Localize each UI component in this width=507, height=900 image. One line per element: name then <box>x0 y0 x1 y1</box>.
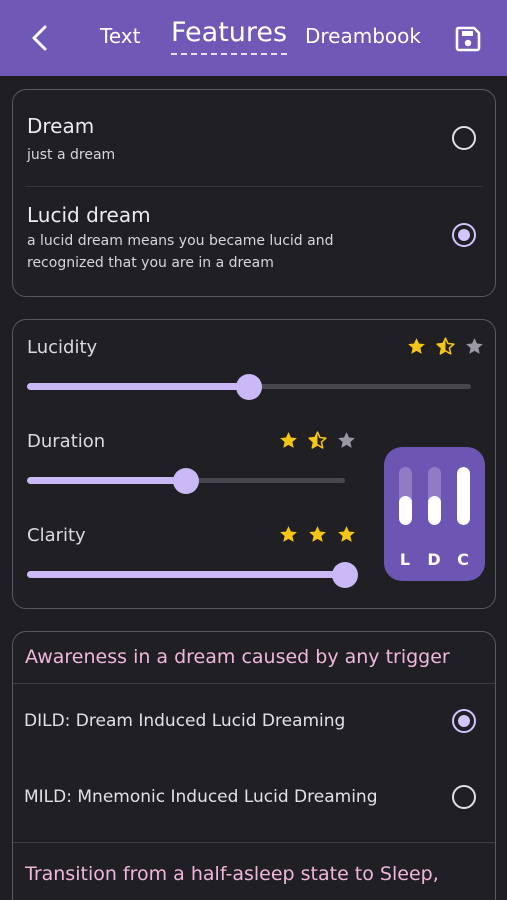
techniques-card: Awareness in a dream caused by any trigg… <box>12 631 496 900</box>
star-empty-icon <box>466 338 483 354</box>
top-app-bar: Text Features Dreambook <box>0 0 507 76</box>
option-lucid-dream-title: Lucid dream <box>27 203 151 227</box>
technique-dild-label: DILD: Dream Induced Lucid Dreaming <box>24 711 346 731</box>
ldc-label-c: C <box>457 550 469 569</box>
lucidity-slider[interactable] <box>27 374 471 400</box>
star-half-icon <box>308 431 327 449</box>
divider <box>13 683 495 684</box>
star-full-icon <box>309 526 326 542</box>
save-button[interactable] <box>453 24 483 54</box>
slider-thumb[interactable] <box>173 468 199 494</box>
option-dream-title: Dream <box>27 114 95 138</box>
option-dream-radio[interactable] <box>452 126 476 150</box>
tab-dreambook[interactable]: Dreambook <box>305 24 421 48</box>
technique-mild-radio[interactable] <box>452 785 476 809</box>
star-full-icon <box>280 526 297 542</box>
ldc-level <box>399 496 412 525</box>
category-title: Transition from a half-asleep state to S… <box>25 863 439 885</box>
save-icon <box>455 26 481 52</box>
technique-mild-label: MILD: Mnemonic Induced Lucid Dreaming <box>24 787 378 807</box>
star-full-icon <box>280 432 297 448</box>
technique-dild-radio[interactable] <box>452 709 476 733</box>
ldc-bar-clarity <box>457 467 470 525</box>
star-half-icon <box>436 337 455 355</box>
tab-text[interactable]: Text <box>100 24 140 48</box>
back-button[interactable] <box>24 20 56 56</box>
star-full-icon <box>338 526 355 542</box>
ldc-label-l: L <box>399 550 411 569</box>
dream-type-card: Dream just a dream Lucid dream a lucid d… <box>12 89 496 297</box>
divider <box>25 186 483 187</box>
ldc-level <box>428 496 441 525</box>
option-dream-description: just a dream <box>27 147 116 163</box>
tab-features[interactable]: Features <box>171 17 288 55</box>
ldc-summary-widget[interactable]: L D C <box>384 447 485 581</box>
ldc-bar-lucidity <box>399 467 412 525</box>
ldc-level <box>457 467 470 525</box>
slider-fill <box>27 571 345 578</box>
ratings-card: Lucidity Duration Clarity L D C <box>12 319 496 609</box>
clarity-slider[interactable] <box>27 562 358 588</box>
option-lucid-dream-description: a lucid dream means you became lucid and… <box>27 233 334 271</box>
star-empty-icon <box>338 432 355 448</box>
duration-stars <box>279 431 356 450</box>
slider-thumb[interactable] <box>236 374 262 400</box>
duration-label: Duration <box>27 431 106 452</box>
active-tab-indicator <box>171 53 288 55</box>
slider-fill <box>27 383 249 390</box>
ldc-bar-duration <box>428 467 441 525</box>
lucidity-stars <box>407 337 484 356</box>
divider <box>13 842 495 843</box>
tab-features-label: Features <box>171 17 288 48</box>
chevron-left-icon <box>32 25 47 51</box>
clarity-stars <box>279 525 356 544</box>
option-lucid-dream-radio[interactable] <box>452 223 476 247</box>
slider-thumb[interactable] <box>332 562 358 588</box>
clarity-label: Clarity <box>27 525 86 546</box>
ldc-label-d: D <box>427 550 441 569</box>
lucidity-label: Lucidity <box>27 337 98 358</box>
star-full-icon <box>408 338 425 354</box>
category-title: Awareness in a dream caused by any trigg… <box>25 646 450 668</box>
duration-slider[interactable] <box>27 468 345 494</box>
slider-fill <box>27 477 186 484</box>
